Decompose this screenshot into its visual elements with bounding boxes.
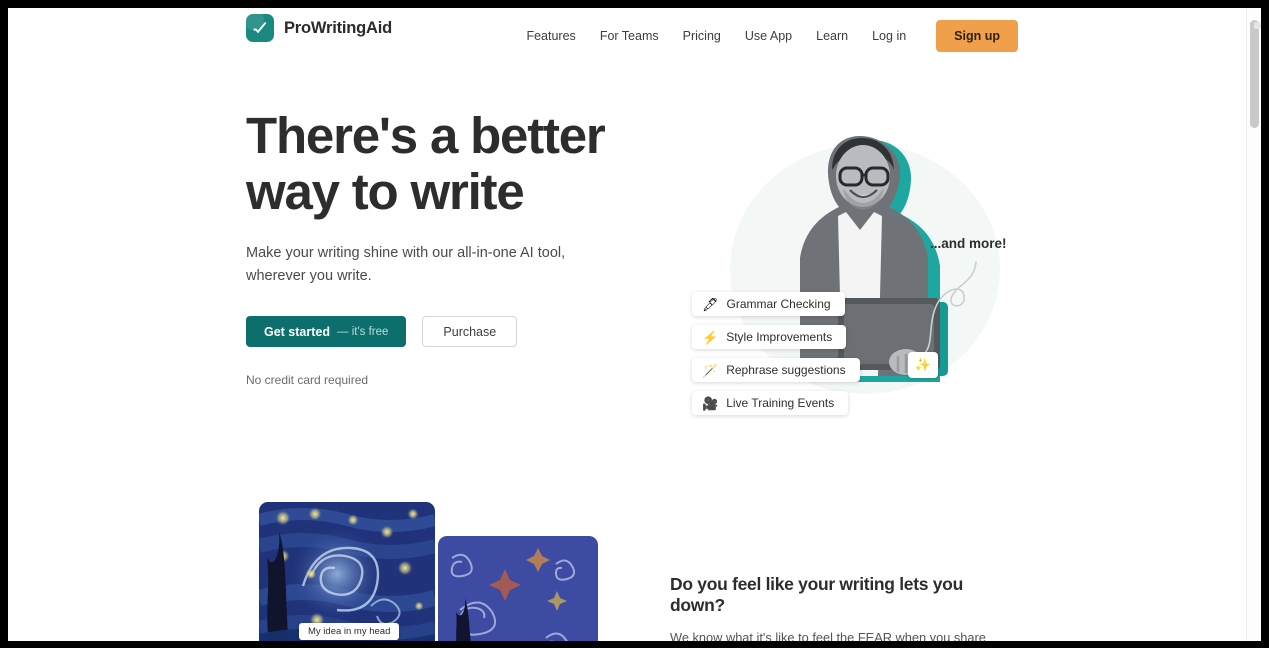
doodle-artwork	[450, 548, 576, 641]
feature-chip: ⚡ Style Improvements	[692, 325, 847, 349]
feature-chip: 🪄 Rephrase suggestions	[692, 358, 860, 382]
feature-chip-label: Style Improvements	[726, 330, 833, 344]
get-started-note: — it's free	[337, 325, 389, 338]
vertical-scrollbar[interactable]	[1246, 8, 1261, 641]
site-header: ProWritingAid Features For Teams Pricing…	[8, 8, 1246, 64]
no-credit-card-note: No credit card required	[246, 373, 369, 387]
scrollbar-thumb[interactable]	[1250, 20, 1261, 128]
feature-chip: 🖋 Grammar Checking	[692, 292, 845, 316]
purchase-button[interactable]: Purchase	[422, 316, 518, 347]
starry-night-artwork	[259, 502, 435, 641]
webpage-content: ProWritingAid Features For Teams Pricing…	[8, 8, 1246, 641]
problem-body: We know what it's like to feel the FEAR …	[670, 630, 986, 641]
feature-chip-label: Rephrase suggestions	[726, 363, 846, 377]
and-more-label: ...and more!	[930, 236, 1007, 251]
feature-chip-label: Live Training Events	[726, 396, 835, 410]
nav-item-for-teams[interactable]: For Teams	[600, 29, 659, 43]
quill-pen-icon: 🖋	[702, 296, 719, 312]
browser-window: ProWritingAid Features For Teams Pricing…	[0, 0, 1269, 648]
problem-illustration: My idea in my head	[253, 502, 603, 641]
feature-chip: 🎥 Live Training Events	[692, 391, 849, 415]
get-started-button[interactable]: Get started — it's free	[246, 316, 407, 347]
simplified-doodle-card	[438, 536, 598, 641]
lightning-bolt-icon: ⚡	[702, 329, 719, 345]
hero-subtitle: Make your writing shine with our all-in-…	[246, 245, 566, 284]
nav-item-features[interactable]: Features	[526, 29, 575, 43]
idea-caption: My idea in my head	[299, 623, 400, 640]
movie-camera-icon: 🎥	[702, 395, 719, 411]
hero-illustration: ...and more! ✨ 🖋 Grammar Checking ⚡ Styl…	[668, 104, 1068, 444]
feature-chip-label: Grammar Checking	[726, 297, 831, 311]
main-navigation: Features For Teams Pricing Use App Learn…	[526, 8, 1018, 64]
brand-logo-link[interactable]: ProWritingAid	[246, 14, 392, 42]
page-viewport: ProWritingAid Features For Teams Pricing…	[8, 8, 1261, 641]
problem-title: Do you feel like your writing lets you d…	[670, 574, 963, 615]
nav-item-pricing[interactable]: Pricing	[683, 29, 721, 43]
nav-item-use-app[interactable]: Use App	[745, 29, 792, 43]
prowritingaid-logo-icon	[246, 14, 274, 42]
nav-item-log-in[interactable]: Log in	[872, 29, 906, 43]
hero-actions: Get started — it's free Purchase	[246, 316, 646, 347]
hero-section: There's a better way to write Make your …	[8, 64, 1246, 464]
problem-section: My idea in my head Do you feel like your…	[8, 448, 1246, 641]
sign-up-button[interactable]: Sign up	[936, 20, 1018, 52]
get-started-label: Get started	[264, 324, 330, 339]
nav-item-learn[interactable]: Learn	[816, 29, 848, 43]
problem-copy: Do you feel like your writing lets you d…	[670, 574, 1020, 641]
scrollbar-grip	[1254, 22, 1261, 29]
brand-name: ProWritingAid	[284, 18, 393, 37]
starry-night-painting: My idea in my head	[259, 502, 435, 641]
magic-wand-icon: 🪄	[702, 362, 719, 378]
hero-title: There's a better way to write	[246, 107, 606, 220]
feature-chip-list: 🖋 Grammar Checking ⚡ Style Improvements …	[692, 292, 942, 424]
hero-copy: There's a better way to write Make your …	[246, 108, 646, 387]
